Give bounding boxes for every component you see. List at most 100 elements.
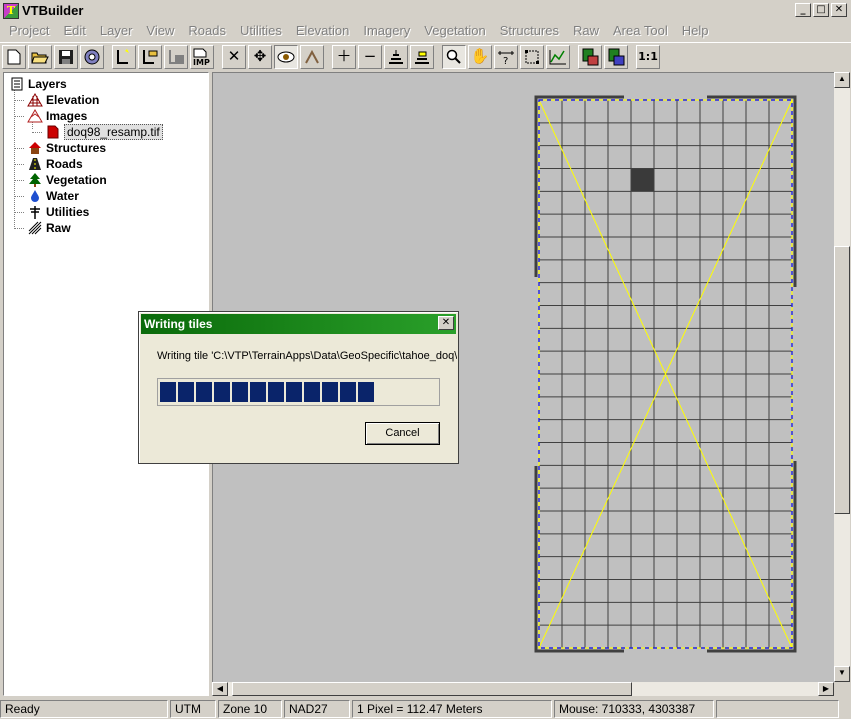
horizontal-scroll-thumb[interactable] xyxy=(232,682,632,696)
toolbar: IMP ✕ ✥ ＋ − ✋ ? 1:1 xyxy=(0,42,851,70)
progress-block xyxy=(250,382,266,402)
open-layer-icon[interactable] xyxy=(138,44,162,69)
tree-item-label: Raw xyxy=(46,221,71,235)
new-layer-icon[interactable] xyxy=(112,44,136,69)
progress-block xyxy=(322,382,338,402)
progress-block xyxy=(268,382,284,402)
dialog-close-icon[interactable]: ✕ xyxy=(438,316,454,330)
menu-help[interactable]: Help xyxy=(675,22,716,40)
menu-layer[interactable]: Layer xyxy=(93,22,140,40)
tree-item-label: Vegetation xyxy=(46,173,107,187)
status-zone: Zone 10 xyxy=(218,699,282,718)
scroll-corner xyxy=(834,682,850,696)
grid2-icon[interactable] xyxy=(604,44,628,69)
status-datum: NAD27 xyxy=(284,699,350,718)
menu-project[interactable]: Project xyxy=(2,22,56,40)
elevation-icon xyxy=(27,93,43,107)
menu-roads[interactable]: Roads xyxy=(181,22,233,40)
menu-bar: Project Edit Layer View Roads Utilities … xyxy=(0,21,851,41)
window-title: VTBuilder xyxy=(22,3,84,18)
zoom-layer-icon[interactable] xyxy=(410,44,434,69)
status-projection: UTM xyxy=(170,699,216,718)
menu-view[interactable]: View xyxy=(139,22,181,40)
status-extra xyxy=(716,699,839,718)
tree-item-roads[interactable]: Roads xyxy=(27,156,83,172)
house-icon xyxy=(27,141,43,155)
zoom-in-icon[interactable]: ＋ xyxy=(332,44,356,69)
progress-bar xyxy=(157,378,440,406)
tree-root[interactable]: Layers xyxy=(9,76,67,92)
tree-item-vegetation[interactable]: Vegetation xyxy=(27,172,107,188)
progress-block xyxy=(286,382,302,402)
dialog-message: Writing tile 'C:\VTP\TerrainApps\Data\Ge… xyxy=(157,350,457,362)
zoom-1to1-button[interactable]: 1:1 xyxy=(636,44,660,69)
delete-icon[interactable]: ✕ xyxy=(222,44,246,69)
tree-icon xyxy=(27,173,43,187)
svg-text:IMP: IMP xyxy=(193,58,210,66)
menu-area-tool[interactable]: Area Tool xyxy=(606,22,675,40)
menu-elevation[interactable]: Elevation xyxy=(289,22,356,40)
dialog-title: Writing tiles xyxy=(141,314,456,334)
area-tool-icon[interactable] xyxy=(520,44,544,69)
zoom-all-icon[interactable] xyxy=(384,44,408,69)
progress-block xyxy=(358,382,374,402)
tree-item-utilities[interactable]: Utilities xyxy=(27,204,89,220)
progress-block xyxy=(340,382,356,402)
minimize-button[interactable]: _ xyxy=(795,3,811,17)
raw-icon xyxy=(27,221,43,235)
eye-icon[interactable] xyxy=(274,44,298,69)
move-icon[interactable]: ✥ xyxy=(248,44,272,69)
highlight-tile xyxy=(631,168,654,192)
menu-vegetation[interactable]: Vegetation xyxy=(417,22,492,40)
import-icon[interactable]: IMP xyxy=(190,44,214,69)
profile-icon[interactable] xyxy=(300,44,324,69)
maximize-button[interactable]: □ xyxy=(813,3,829,17)
cancel-button[interactable]: Cancel xyxy=(365,422,440,445)
zoom-out-icon[interactable]: − xyxy=(358,44,382,69)
scroll-down-button[interactable]: ▼ xyxy=(834,666,850,682)
scroll-left-button[interactable]: ◀ xyxy=(212,682,228,696)
utility-pole-icon xyxy=(27,205,43,219)
scroll-up-button[interactable]: ▲ xyxy=(834,72,850,88)
image-file-icon xyxy=(45,125,61,139)
status-ready: Ready xyxy=(0,699,168,718)
vertical-scrollbar[interactable]: ▲ ▼ xyxy=(834,72,850,682)
tree-item-doq98[interactable]: doq98_resamp.tif xyxy=(45,124,163,140)
tree-item-elevation[interactable]: Elevation xyxy=(27,92,99,108)
tree-item-label: Elevation xyxy=(46,93,100,107)
close-button[interactable]: ✕ xyxy=(831,3,847,17)
status-scale: 1 Pixel = 112.47 Meters xyxy=(352,699,552,718)
grid-icon[interactable] xyxy=(578,44,602,69)
writing-tiles-dialog: Writing tiles ✕ Writing tile 'C:\VTP\Ter… xyxy=(138,311,459,464)
scroll-right-button[interactable]: ▶ xyxy=(818,682,834,696)
elevation-profile-icon[interactable] xyxy=(546,44,570,69)
open-icon[interactable] xyxy=(28,44,52,69)
tree-item-images[interactable]: Images xyxy=(27,108,87,124)
menu-utilities[interactable]: Utilities xyxy=(233,22,289,40)
save-layer-icon[interactable] xyxy=(164,44,188,69)
tree-item-structures[interactable]: Structures xyxy=(27,140,106,156)
new-icon[interactable] xyxy=(2,44,26,69)
roads-icon xyxy=(27,157,43,171)
tree-item-raw[interactable]: Raw xyxy=(27,220,71,236)
save-icon[interactable] xyxy=(54,44,78,69)
progress-block xyxy=(178,382,194,402)
menu-structures[interactable]: Structures xyxy=(493,22,566,40)
options-icon[interactable] xyxy=(80,44,104,69)
progress-block xyxy=(232,382,248,402)
horizontal-scrollbar[interactable]: ◀ ▶ xyxy=(212,682,834,696)
magnifier-icon[interactable] xyxy=(442,44,466,69)
status-mouse: Mouse: 710333, 4303387 xyxy=(554,699,714,718)
vertical-scroll-thumb[interactable] xyxy=(834,246,850,514)
tree-item-label: Roads xyxy=(46,157,83,171)
pan-icon[interactable]: ✋ xyxy=(468,44,492,69)
menu-imagery[interactable]: Imagery xyxy=(356,22,417,40)
window-controls: _ □ ✕ xyxy=(795,3,847,17)
tree-root-label: Layers xyxy=(28,77,67,91)
layers-icon xyxy=(9,77,25,91)
tree-item-water[interactable]: Water xyxy=(27,188,79,204)
menu-edit[interactable]: Edit xyxy=(56,22,92,40)
menu-raw[interactable]: Raw xyxy=(566,22,606,40)
distance-icon[interactable]: ? xyxy=(494,44,518,69)
status-bar: Ready UTM Zone 10 NAD27 1 Pixel = 112.47… xyxy=(0,698,851,719)
